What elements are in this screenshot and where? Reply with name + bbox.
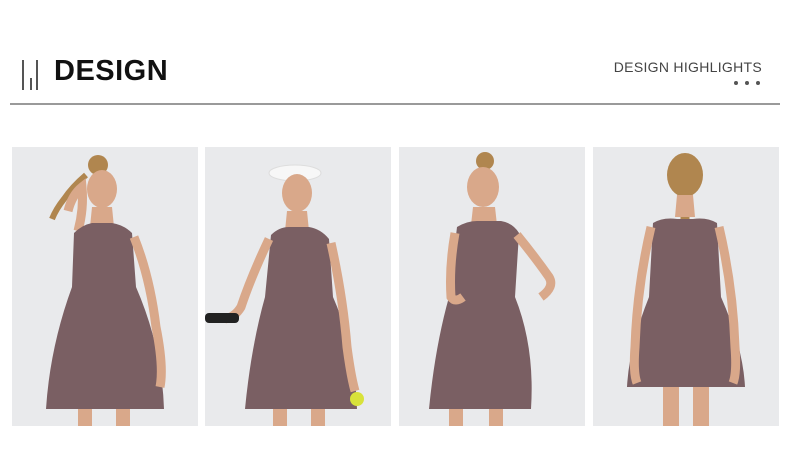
page-header: DESIGN DESIGN HIGHLIGHTS: [0, 0, 790, 110]
model-pocket-image: [399, 147, 585, 426]
product-photo-side: [205, 147, 391, 426]
product-photo-front: [12, 147, 198, 426]
page-title: DESIGN: [54, 55, 169, 87]
design-highlights-label: DESIGN HIGHLIGHTS: [613, 59, 762, 75]
model-racket-image: [205, 147, 391, 426]
product-photo-back: [593, 147, 779, 426]
product-photo-pocket: [399, 147, 585, 426]
model-front-image: [12, 147, 198, 426]
model-back-image: [593, 147, 779, 426]
ellipsis-icon: [734, 81, 760, 87]
header-divider: [10, 103, 780, 105]
title-bars-icon: [22, 60, 42, 90]
